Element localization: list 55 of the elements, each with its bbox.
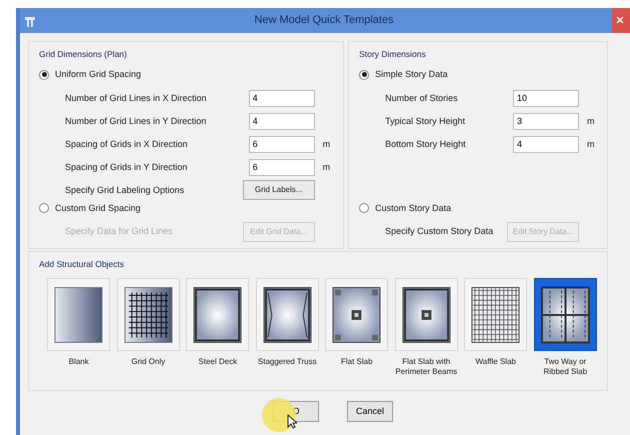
template-label: Grid Only [131,357,166,368]
field-label: Bottom Story Height [385,138,467,151]
field-label: Spacing of Grids in X Direction [65,138,189,151]
input-field[interactable]: 10 [513,90,579,107]
field-label: Specify Data for Grid Lines [65,225,174,238]
input-field[interactable]: 4 [248,90,315,107]
unit-label: m [586,138,596,150]
input-field[interactable]: 3 [513,112,579,130]
field-label: Number of Stories [385,92,459,104]
unit-label: m [586,114,596,128]
group-title: Add Structural Objects [39,258,126,271]
template-label: Two Way or Ribbed Slab [542,357,588,378]
radio-button[interactable] [359,70,370,80]
cancel-button[interactable]: Cancel [347,400,393,422]
dialog-button[interactable]: Grid Labels... [242,180,315,200]
field-label: Typical Story Height [385,114,466,128]
field-label: Number of Grid Lines in Y Direction [65,114,208,128]
template-drawing [332,286,382,344]
template-drawing [124,286,173,344]
template-label: Flat Slab with Perimeter Beams [394,357,458,378]
template-drawing [540,286,590,344]
input-field[interactable]: 6 [248,158,315,176]
template-label: Flat Slab [340,357,373,368]
template-drawing [193,286,242,344]
radio-button[interactable] [359,203,370,214]
input-field[interactable]: 4 [248,112,315,130]
radio-button[interactable] [39,203,49,214]
field-label: Specify Grid Labeling Options [65,184,186,197]
field-label: Specify Custom Story Data [385,225,494,238]
template-drawing [402,286,451,344]
field-label: Number of Grid Lines in X Direction [65,92,208,104]
template-drawing [262,286,312,344]
radio-label: Custom Story Data [375,202,452,215]
close-icon [617,17,623,24]
unit-label: m [322,160,332,174]
close-button[interactable] [612,8,630,33]
template-tile[interactable] [534,278,597,351]
field-label: Spacing of Grids in Y Direction [65,160,188,174]
input-field[interactable]: 6 [248,136,315,153]
input-field[interactable]: 4 [513,136,579,153]
template-drawing [471,286,520,344]
template-label: Blank [68,357,89,368]
template-label: Staggered Truss [258,357,317,368]
radio-label: Simple Story Data [375,68,448,81]
cursor-icon [287,414,297,429]
template-drawing [54,286,104,344]
radio-label: Uniform Grid Spacing [55,68,142,81]
group-title: Grid Dimensions (Plan) [39,48,128,61]
window-title: New Model Quick Templates [253,13,395,28]
template-label: Waffle Slab [476,357,516,368]
unit-label: m [322,138,332,150]
group-title: Story Dimensions [359,48,427,61]
template-label: Steel Deck [198,357,238,368]
radio-label: Custom Grid Spacing [55,202,141,215]
radio-button[interactable] [39,70,49,80]
